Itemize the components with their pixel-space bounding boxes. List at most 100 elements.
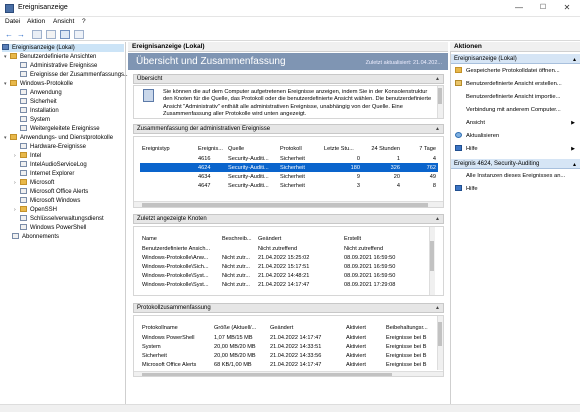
forward-arrow-icon[interactable]: → bbox=[16, 30, 26, 39]
menu-aktion[interactable]: Aktion bbox=[27, 18, 45, 25]
collapse-chevron-icon[interactable]: ▴ bbox=[573, 56, 576, 63]
table-row[interactable]: Windows-Protokolle\Syst... Nicht zutr... 2… bbox=[140, 280, 430, 289]
collapse-chevron-icon[interactable]: ▲ bbox=[435, 216, 440, 222]
tree-microsoft[interactable]: › Microsoft bbox=[14, 179, 54, 187]
table-row[interactable]: Windows-Protokolle\Anw... Nicht zutr... 21… bbox=[140, 253, 430, 262]
menu-ansicht[interactable]: Ansicht bbox=[53, 18, 74, 25]
overview-scrollbar[interactable] bbox=[437, 86, 443, 118]
tree-app-service-logs[interactable]: ▾ Anwendungs- und Dienstprotokolle bbox=[4, 134, 113, 142]
tree-hardware-events[interactable]: Hardware-Ereignisse bbox=[20, 143, 86, 151]
tree-internet-explorer[interactable]: Internet Explorer bbox=[20, 170, 74, 178]
tree-key-management[interactable]: Schlüsselverwaltungsdienst bbox=[20, 215, 104, 223]
tree-subscriptions[interactable]: Abonnements bbox=[12, 233, 59, 241]
column-header[interactable]: Erstellt bbox=[342, 233, 430, 244]
admin-summary-section-header[interactable]: Zusammenfassung der administrativen Erei… bbox=[133, 124, 444, 134]
properties-icon[interactable] bbox=[46, 30, 56, 39]
table-row[interactable]: System 20,00 MB/20 MB 21.04.2022 14:33:51 A… bbox=[140, 342, 436, 351]
column-header[interactable]: 7 Tage bbox=[402, 143, 438, 154]
column-header[interactable]: Aktiviert bbox=[344, 322, 384, 333]
column-header[interactable]: Quelle bbox=[226, 143, 278, 154]
column-header[interactable]: Letzte Stu... bbox=[322, 143, 362, 154]
table-row-selected[interactable]: 4624 Security-Auditi... Sicherheit 180 326 76… bbox=[140, 163, 438, 172]
scroll-thumb[interactable] bbox=[438, 322, 442, 346]
recent-nodes-section-header[interactable]: Zuletzt angezeigte Knoten ▲ bbox=[133, 214, 444, 224]
tree-ms-office-alerts[interactable]: Microsoft Office Alerts bbox=[20, 188, 88, 196]
scroll-thumb[interactable] bbox=[430, 241, 434, 271]
action-import-custom-view[interactable]: Benutzerdefinierte Ansicht importie... bbox=[455, 92, 578, 103]
tree-log-anwendung[interactable]: Anwendung bbox=[20, 89, 62, 97]
horizontal-scrollbar[interactable] bbox=[134, 201, 443, 207]
tree-root[interactable]: Ereignisanzeige (Lokal) bbox=[2, 44, 124, 52]
collapse-chevron-icon[interactable]: ▲ bbox=[435, 305, 440, 311]
table-row[interactable]: Sicherheit 20,00 MB/20 MB 21.04.2022 14:33… bbox=[140, 351, 436, 360]
menu-help[interactable]: ? bbox=[82, 18, 86, 25]
scroll-thumb[interactable] bbox=[438, 88, 442, 104]
collapse-chevron-icon[interactable]: ▲ bbox=[435, 76, 440, 82]
column-header[interactable]: Name bbox=[140, 233, 220, 244]
tree-intel[interactable]: › Intel bbox=[14, 152, 41, 160]
column-header[interactable]: Beschreib... bbox=[220, 233, 256, 244]
column-header[interactable]: Protokoll bbox=[278, 143, 322, 154]
collapse-chevron-icon[interactable]: ▴ bbox=[573, 161, 576, 168]
column-header[interactable]: Ereignistyp bbox=[140, 143, 196, 154]
action-refresh[interactable]: Aktualisieren bbox=[455, 131, 578, 142]
help-icon bbox=[455, 145, 462, 151]
table-row[interactable]: Microsoft Office Alerts 68 KB/1,00 MB 21.0… bbox=[140, 360, 436, 369]
action-open-saved-log[interactable]: Gespeicherte Protokolldatei öffnen... bbox=[455, 66, 578, 77]
status-bar bbox=[0, 404, 580, 412]
tree-openssh[interactable]: › OpenSSH bbox=[14, 206, 57, 214]
column-header[interactable]: Ereignis... bbox=[196, 143, 226, 154]
table-row[interactable]: Windows-Protokolle\Sich... Nicht zutr... 2… bbox=[140, 262, 430, 271]
tree-log-system[interactable]: System bbox=[20, 116, 50, 124]
tree-custom-views[interactable]: ▾ Benutzerdefinierte Ansichten bbox=[4, 53, 96, 61]
horizontal-scrollbar[interactable] bbox=[134, 371, 443, 376]
action-create-custom-view[interactable]: Benutzerdefinierte Ansicht erstellen... bbox=[455, 79, 578, 90]
actions-group-event[interactable]: Ereignis 4624, Security-Auditing ▴ bbox=[451, 159, 580, 169]
tree-log-sicherheit[interactable]: Sicherheit bbox=[20, 98, 57, 106]
tree-windows-logs[interactable]: ▾ Windows-Protokolle bbox=[4, 80, 73, 88]
menu-datei[interactable]: Datei bbox=[5, 18, 20, 25]
back-arrow-icon[interactable]: ← bbox=[4, 30, 14, 39]
show-hide-action-pane-icon[interactable] bbox=[74, 30, 84, 39]
tree-log-forwarded[interactable]: Weitergeleitete Ereignisse bbox=[20, 125, 100, 133]
minimize-button[interactable]: — bbox=[507, 2, 531, 14]
column-header[interactable]: 24 Stunden bbox=[362, 143, 402, 154]
column-header[interactable]: Geändert bbox=[256, 233, 342, 244]
help-icon[interactable] bbox=[60, 30, 70, 39]
column-header[interactable]: Protokollname bbox=[140, 322, 212, 333]
table-row[interactable]: 4647 Security-Auditi... Sicherheit 3 4 8 bbox=[140, 181, 438, 190]
column-header[interactable]: Geändert bbox=[268, 322, 344, 333]
table-row[interactable]: Windows-Protokolle\Syst... Nicht zutr... 2… bbox=[140, 271, 430, 280]
folder-icon bbox=[20, 206, 27, 212]
tree-microsoft-windows[interactable]: Microsoft Windows bbox=[20, 197, 80, 205]
overview-section-header[interactable]: Übersicht ▲ bbox=[133, 74, 444, 84]
scroll-thumb[interactable] bbox=[142, 373, 392, 376]
column-header[interactable]: Größe (Aktuell/... bbox=[212, 322, 268, 333]
action-view[interactable]: Ansicht ▶ bbox=[455, 118, 578, 129]
tree-log-installation[interactable]: Installation bbox=[20, 107, 59, 115]
table-row[interactable]: 4616 Security-Auditi... Sicherheit 0 1 4 bbox=[140, 154, 438, 163]
actions-group-local[interactable]: Ereignisanzeige (Lokal) ▴ bbox=[451, 54, 580, 64]
tree-windows-powershell[interactable]: Windows PowerShell bbox=[20, 224, 86, 232]
close-button[interactable]: ✕ bbox=[555, 2, 579, 14]
tree-admin-events[interactable]: Administrative Ereignisse bbox=[20, 62, 97, 70]
table-row[interactable]: 4634 Security-Auditi... Sicherheit 9 20 49 bbox=[140, 172, 438, 181]
collapse-chevron-icon[interactable]: ▲ bbox=[435, 126, 440, 132]
table-row[interactable]: Benutzerdefinierte Ansich... Nicht zutref… bbox=[140, 244, 430, 253]
center-header: Ereignisanzeige (Lokal) bbox=[128, 42, 448, 52]
console-tree-icon[interactable] bbox=[32, 30, 42, 39]
action-help[interactable]: Hilfe ▶ bbox=[455, 144, 578, 155]
table-row[interactable]: Windows PowerShell 1,07 MB/15 MB 21.04.202… bbox=[140, 333, 436, 342]
tree-intel-audio[interactable]: IntelAudioServiceLog bbox=[20, 161, 87, 169]
scroll-thumb[interactable] bbox=[142, 203, 428, 207]
recent-nodes-scrollbar[interactable] bbox=[429, 227, 435, 295]
column-header[interactable]: Beibehaltungsr... bbox=[384, 322, 436, 333]
log-summary-scrollbar[interactable] bbox=[437, 316, 443, 370]
action-event-help[interactable]: Hilfe bbox=[455, 184, 578, 195]
log-summary-section-header[interactable]: Protokollzusammenfassung ▲ bbox=[133, 303, 444, 313]
tree-summary-events[interactable]: Ereignisse der Zusammenfassungs... bbox=[20, 71, 129, 79]
action-connect-computer[interactable]: Verbindung mit anderem Computer... bbox=[455, 105, 578, 116]
log-icon bbox=[20, 89, 27, 95]
action-all-instances[interactable]: Alle Instanzen dieses Ereignisses an... bbox=[455, 171, 578, 182]
maximize-button[interactable]: ☐ bbox=[531, 2, 555, 14]
